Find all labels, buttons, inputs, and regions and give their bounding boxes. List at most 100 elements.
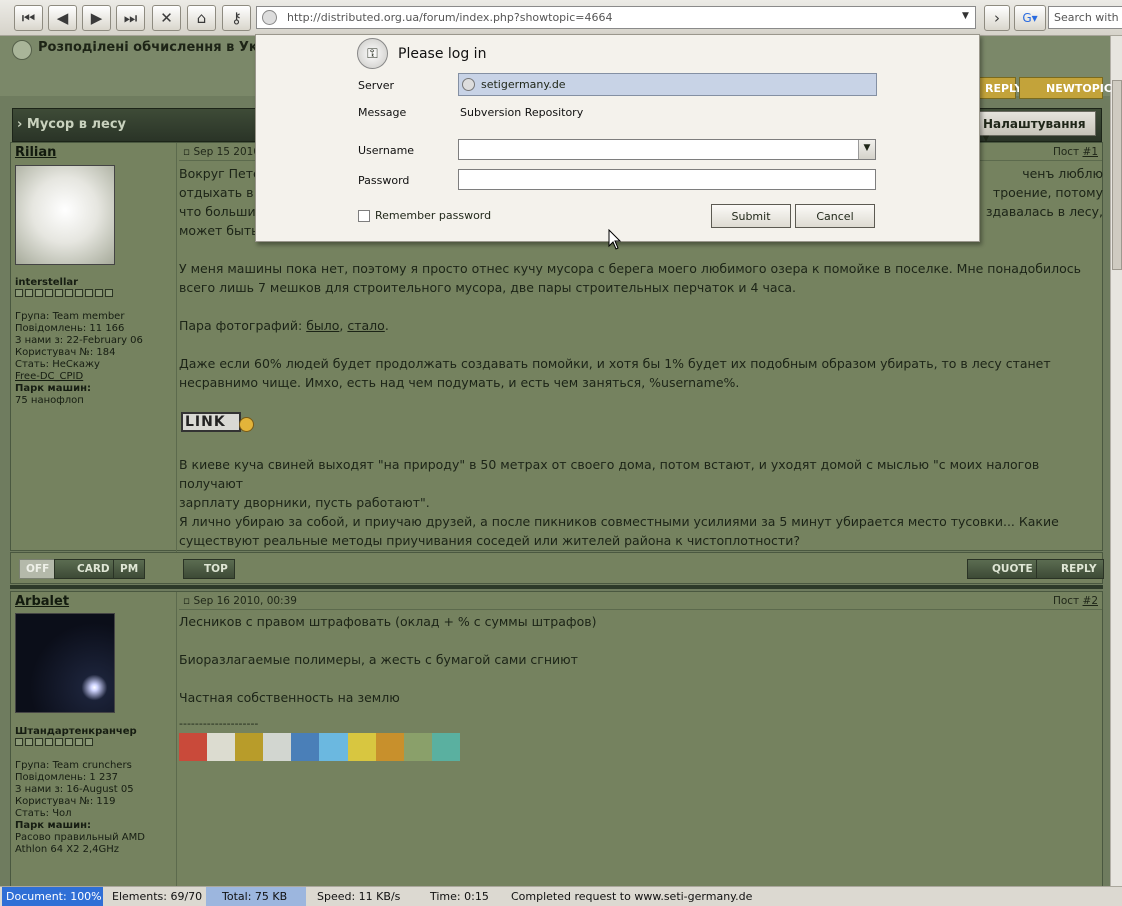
status-message: Completed request to www.seti-germany.de: [511, 890, 753, 903]
post-photos-line: Пара фотографий: было, стало.: [179, 318, 389, 333]
post-paragraph: Даже если 60% людей будет продолжать соз…: [179, 356, 1051, 390]
rank-label: interstellar: [15, 277, 79, 288]
card-button[interactable]: CARD: [54, 559, 117, 579]
key-icon[interactable]: ⚷: [222, 5, 251, 31]
status-document: Document: 100%: [2, 887, 103, 906]
home-icon[interactable]: ⌂: [187, 5, 216, 31]
post-paragraph: В киеве куча свиней выходят "на природу"…: [179, 457, 1040, 510]
stat-gender: Стать: Чол: [15, 808, 72, 819]
stat-gender: Стать: НеСкажу: [15, 359, 100, 370]
link-badge[interactable]: LINK: [181, 412, 241, 432]
rank-stars: [15, 738, 93, 747]
photo-link-after[interactable]: стало: [347, 318, 384, 333]
quote-label: QUOTE: [992, 563, 1033, 575]
username-label: Username: [358, 144, 415, 157]
smiley-icon: [239, 417, 254, 432]
post-line: Лесников с правом штрафовать (оклад + % …: [179, 614, 597, 629]
site-title[interactable]: Розподілені обчислення в Укра: [38, 40, 276, 55]
remember-password-label[interactable]: Remember password: [375, 209, 491, 222]
project-badges: [179, 733, 460, 761]
top-label: TOP: [204, 563, 228, 575]
go-icon[interactable]: ›: [984, 5, 1010, 31]
post-2-sidebar: Arbalet Штандартенкранчер Група: Team cr…: [11, 592, 177, 888]
dialog-title: Please log in: [398, 46, 487, 62]
newtopic-label: NEWTOPIC: [1046, 82, 1112, 95]
stat-joined: З нами з: 22-February 06: [15, 335, 143, 346]
lock-icon: ⚿: [357, 38, 388, 69]
signature-separator: --------------------: [179, 717, 259, 730]
badge-icon: [347, 733, 376, 761]
reply-top-button[interactable]: REPLY: [976, 77, 1022, 99]
machines-value: 75 нанофлоп: [15, 395, 84, 406]
back-icon[interactable]: ◀: [48, 5, 77, 31]
url-dropdown-icon[interactable]: ▼: [962, 11, 969, 21]
cancel-button[interactable]: Cancel: [795, 204, 875, 228]
search-engine-icon[interactable]: G▾: [1014, 5, 1046, 31]
cpid-link[interactable]: Free-DC_CPID: [15, 371, 143, 383]
post-1-footer: OFF CARD PM TOP QUOTE REPLY: [10, 552, 1104, 584]
submit-button[interactable]: Submit: [711, 204, 791, 228]
badge-icon: [319, 733, 348, 761]
server-globe-icon: [462, 78, 475, 91]
search-input[interactable]: Search with Go: [1048, 6, 1122, 29]
user-stats: Група: Team member Повідомлень: 11 166 З…: [15, 311, 143, 407]
reply-button[interactable]: REPLY: [1036, 559, 1104, 579]
avatar: [15, 613, 115, 713]
password-label: Password: [358, 174, 410, 187]
scrollbar[interactable]: [1110, 36, 1122, 886]
stop-icon[interactable]: ✕: [152, 5, 181, 31]
stat-posts: Повідомлень: 1 237: [15, 772, 119, 783]
recycle-icon: [12, 40, 32, 60]
username-input[interactable]: [458, 139, 876, 160]
post-number: Пост #2: [1052, 595, 1098, 607]
scrollbar-thumb[interactable]: [1112, 80, 1122, 270]
post-number: Пост #1: [1052, 146, 1098, 158]
first-page-icon[interactable]: ⏮: [14, 5, 43, 31]
stat-group: Група: Team member: [15, 311, 125, 322]
badge-icon: [431, 733, 460, 761]
server-label: Server: [358, 79, 395, 92]
post-date: Sep 15 2010: [193, 146, 261, 158]
password-input[interactable]: [458, 169, 876, 190]
quote-button[interactable]: QUOTE: [967, 559, 1040, 579]
post-line: Частная собственность на землю: [179, 690, 400, 705]
badge-icon: [179, 733, 208, 761]
status-speed: Speed: 11 KB/s: [317, 890, 401, 903]
url-bar[interactable]: http://distributed.org.ua/forum/index.ph…: [256, 6, 976, 29]
fast-forward-icon[interactable]: ⏭: [116, 5, 145, 31]
badge-icon: [403, 733, 432, 761]
post-number-link[interactable]: #1: [1083, 146, 1098, 158]
machines-label: Парк машин:: [15, 820, 92, 831]
user-stats: Група: Team crunchers Повідомлень: 1 237…: [15, 760, 145, 856]
machines-value-2: Athlon 64 X2 2,4GHz: [15, 844, 120, 855]
machines-label: Парк машин:: [15, 383, 92, 394]
newtopic-button[interactable]: NEWTOPIC: [1019, 77, 1112, 99]
author-name[interactable]: Rilian: [15, 145, 56, 160]
post-number-link[interactable]: #2: [1083, 595, 1098, 607]
post-2: Arbalet Штандартенкранчер Група: Team cr…: [10, 591, 1103, 888]
badge-icon: [263, 733, 292, 761]
pm-button[interactable]: PM: [113, 559, 146, 579]
mouse-cursor-icon: [608, 229, 622, 250]
avatar: [15, 165, 115, 265]
remember-password-checkbox[interactable]: [358, 210, 370, 222]
stat-user-number: Користувач №: 184: [15, 347, 116, 358]
post-divider: [10, 585, 1103, 589]
badge-icon: [207, 733, 236, 761]
stat-posts: Повідомлень: 11 166: [15, 323, 125, 334]
photo-link-before[interactable]: было: [306, 318, 339, 333]
options-button[interactable]: Налаштування ▾: [976, 111, 1096, 145]
stat-joined: З нами з: 16-August 05: [15, 784, 134, 795]
rank-label: Штандартенкранчер: [15, 726, 137, 737]
badge-icon: [291, 733, 320, 761]
author-name[interactable]: Arbalet: [15, 594, 69, 609]
status-elements: Elements: 69/70: [112, 890, 203, 903]
post-date: Sep 16 2010, 00:39: [193, 595, 297, 607]
badge-icon: [235, 733, 264, 761]
top-button[interactable]: TOP: [183, 559, 235, 579]
topic-title: › Мусор в лесу: [17, 117, 127, 132]
status-off-button[interactable]: OFF: [19, 559, 57, 579]
forward-icon[interactable]: ▶: [82, 5, 111, 31]
username-dropdown-icon[interactable]: ▼: [858, 140, 875, 159]
reply-label: REPLY: [1061, 563, 1097, 575]
